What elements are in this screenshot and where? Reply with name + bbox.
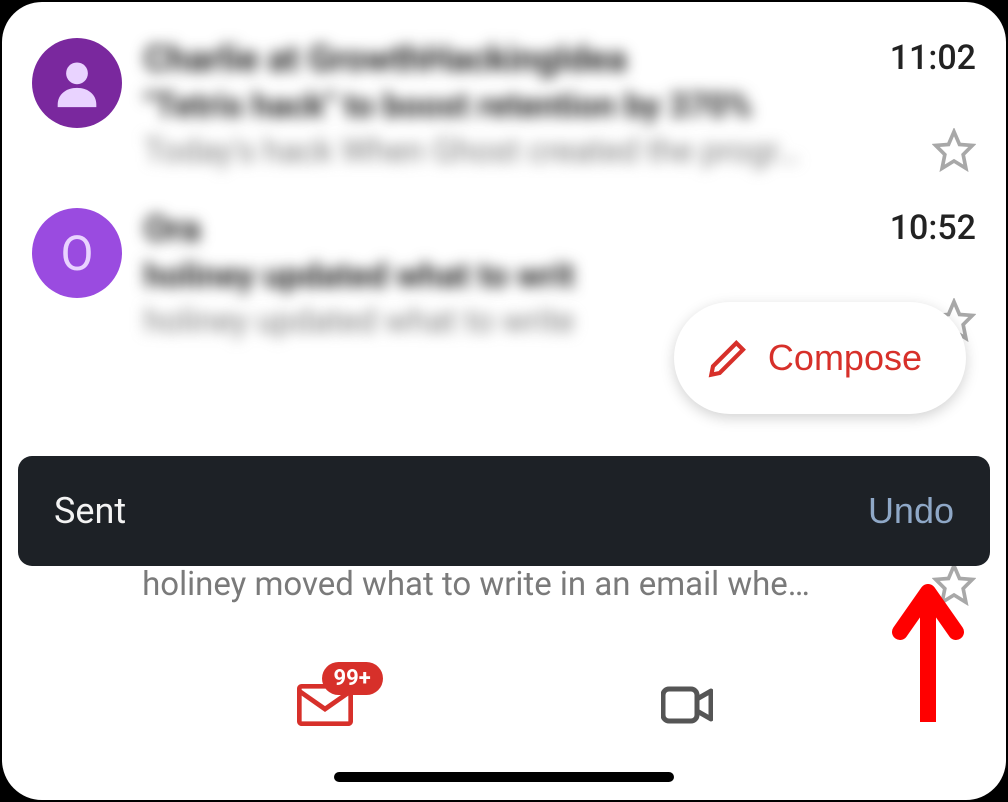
avatar: O xyxy=(32,208,122,298)
email-row[interactable]: Charlie at GrowthHackingIdea "Tetris hac… xyxy=(2,22,1006,192)
email-preview: holiney moved what to write in an email … xyxy=(32,565,920,604)
unread-badge: 99+ xyxy=(322,662,383,695)
app-screen: Charlie at GrowthHackingIdea "Tetris hac… xyxy=(2,2,1006,800)
toast-snackbar: Sent Undo xyxy=(18,456,990,566)
email-sender: Ora xyxy=(144,208,834,250)
compose-button[interactable]: Compose xyxy=(674,302,966,414)
toast-message: Sent xyxy=(54,490,126,532)
camera-icon xyxy=(661,684,713,726)
person-icon xyxy=(48,54,106,112)
undo-button[interactable]: Undo xyxy=(868,490,954,532)
tab-meet[interactable] xyxy=(661,684,713,726)
email-preview: Today's hack When Ghost created the prog… xyxy=(144,132,834,171)
email-subject: "Tetris hack" to boost retention by 370% xyxy=(144,86,834,126)
star-icon[interactable] xyxy=(932,562,976,606)
email-subject: holiney updated what to writ xyxy=(144,256,834,296)
email-meta: 11:02 xyxy=(856,38,976,172)
email-time: 11:02 xyxy=(890,38,976,78)
avatar xyxy=(32,38,122,128)
star-icon[interactable] xyxy=(932,128,976,172)
email-time: 10:52 xyxy=(890,208,976,248)
email-row-partial[interactable]: holiney moved what to write in an email … xyxy=(32,562,976,606)
pencil-icon xyxy=(708,338,748,378)
avatar-letter: O xyxy=(60,225,93,282)
bottom-nav: 99+ xyxy=(2,650,1006,760)
compose-label: Compose xyxy=(768,337,922,379)
email-sender: Charlie at GrowthHackingIdea xyxy=(144,38,834,80)
tab-mail[interactable]: 99+ xyxy=(296,684,354,726)
email-body: Charlie at GrowthHackingIdea "Tetris hac… xyxy=(144,38,834,171)
home-indicator[interactable] xyxy=(334,772,674,782)
